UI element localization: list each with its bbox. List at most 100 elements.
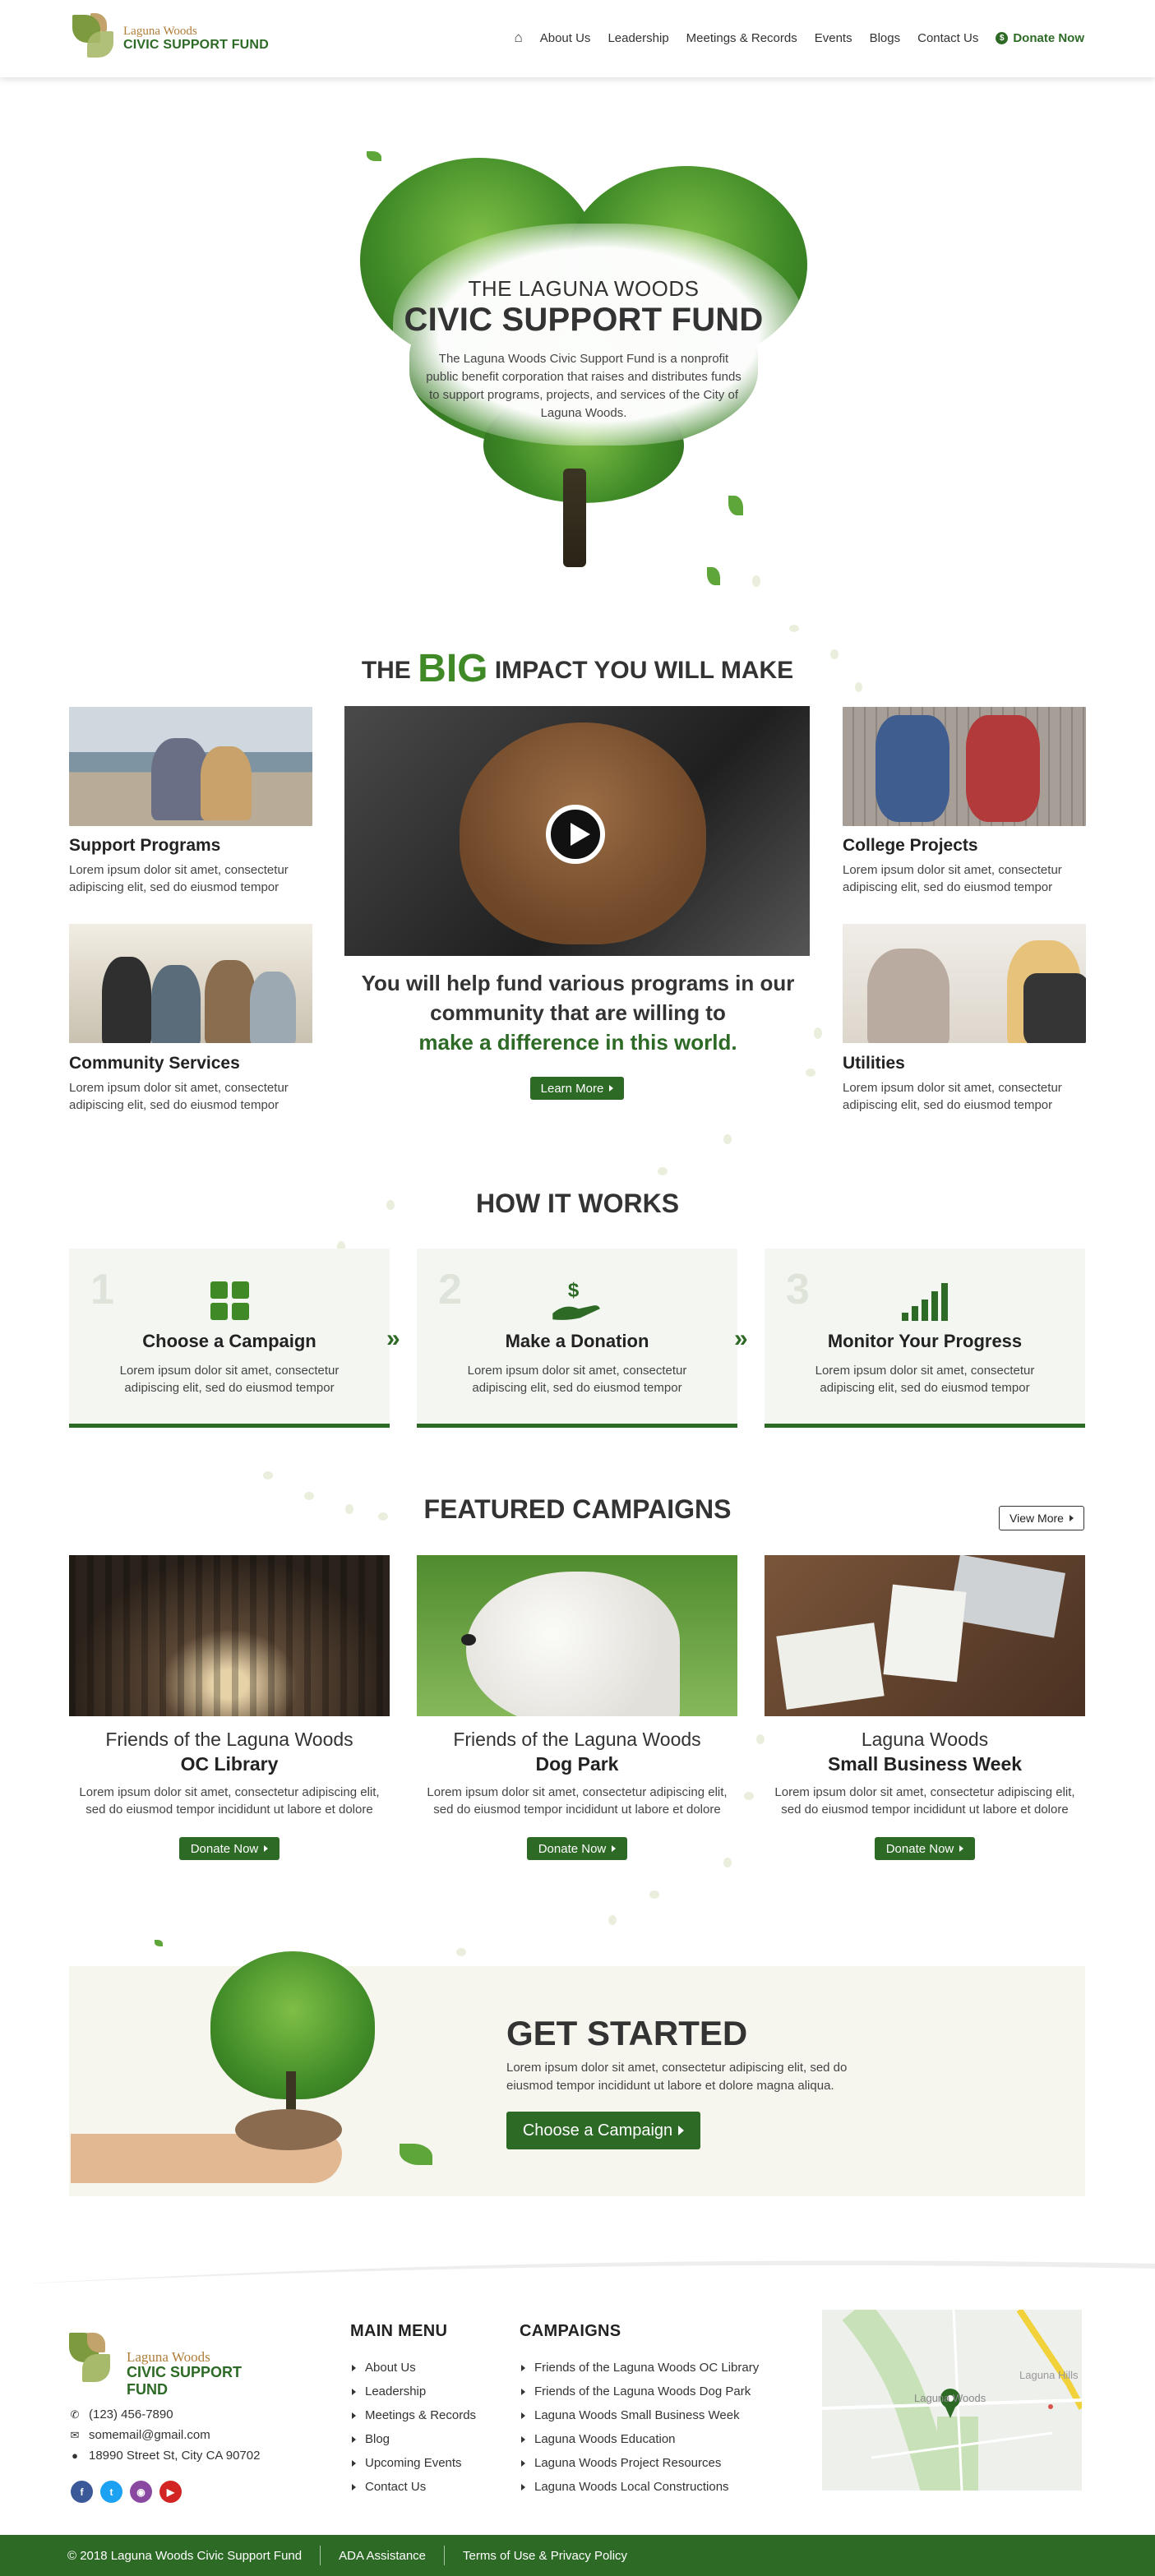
bar-chart-icon	[902, 1283, 948, 1321]
footer-phone[interactable]: (123) 456-7890	[89, 2404, 173, 2425]
twitter-icon[interactable]: t	[100, 2481, 122, 2503]
footer-campaign-link[interactable]: Laguna Woods Project Resources	[521, 2451, 759, 2475]
bottom-bar: © 2018 Laguna Woods Civic Support Fund A…	[0, 2535, 1155, 2576]
community-services-image	[69, 924, 312, 1043]
double-chevron-icon: »	[734, 1325, 748, 1352]
site-header: Laguna Woods CIVIC SUPPORT FUND ⌂ About …	[0, 0, 1155, 77]
nav-events[interactable]: Events	[815, 31, 852, 45]
donate-label: Donate Now	[1013, 30, 1084, 45]
dollar-coin-icon: $	[996, 31, 1009, 44]
campaign-pre: Laguna Woods	[861, 1729, 989, 1750]
campaign-name: Dog Park	[535, 1753, 619, 1775]
hero-description: The Laguna Woods Civic Support Fund is a…	[426, 352, 742, 420]
step-card: 1 Choose a Campaign Lorem ipsum dolor si…	[69, 1249, 390, 1428]
map-graphic: Laguna Woods Laguna Hills	[822, 2310, 1082, 2491]
footer-link-leadership[interactable]: Leadership	[352, 2380, 476, 2403]
nav-meetings-records[interactable]: Meetings & Records	[686, 31, 797, 45]
campaign-desc: Lorem ipsum dolor sit amet, consectetur …	[427, 1785, 728, 1817]
terms-link[interactable]: Terms of Use & Privacy Policy	[463, 2549, 627, 2563]
college-projects-text: Lorem ipsum dolor sit amet, consectetur …	[843, 863, 1062, 894]
utilities-title: Utilities	[843, 1054, 905, 1073]
footer-contact: ✆ (123) 456-7890 ✉ somemail@gmail.com ● 189…	[69, 2404, 261, 2466]
campaigns-list: Friends of the Laguna Woods OC Library F…	[521, 2356, 759, 2499]
step-text: Lorem ipsum dolor sit amet, consectetur …	[467, 1364, 687, 1395]
get-started-text: Lorem ipsum dolor sit amet, consectetur …	[506, 2061, 848, 2093]
footer-email[interactable]: somemail@gmail.com	[89, 2425, 210, 2445]
footer-link-meetings[interactable]: Meetings & Records	[352, 2403, 476, 2427]
campaign-pre: Friends of the Laguna Woods	[453, 1729, 701, 1750]
play-button-icon[interactable]	[546, 805, 605, 864]
footer-campaign-link[interactable]: Laguna Woods Local Constructions	[521, 2475, 759, 2499]
footer-logo-line1: Laguna Woods	[127, 2349, 210, 2365]
main-nav: ⌂ About Us Leadership Meetings & Records…	[514, 30, 1084, 46]
tree-trunk	[563, 469, 586, 567]
footer-campaign-link[interactable]: Friends of the Laguna Woods Dog Park	[521, 2380, 759, 2403]
donate-now-button[interactable]: Donate Now	[875, 1837, 975, 1860]
nav-about-us[interactable]: About Us	[540, 31, 591, 45]
small-business-week-image	[765, 1555, 1085, 1716]
footer-campaign-link[interactable]: Laguna Woods Education	[521, 2427, 759, 2451]
facebook-icon[interactable]: f	[71, 2481, 93, 2503]
caret-right-icon	[678, 2126, 685, 2135]
campaign-desc: Lorem ipsum dolor sit amet, consectetur …	[79, 1785, 380, 1817]
learn-more-button[interactable]: Learn More	[530, 1077, 624, 1100]
support-programs-text: Lorem ipsum dolor sit amet, consectetur …	[69, 863, 289, 894]
instagram-icon[interactable]: ◉	[130, 2481, 152, 2503]
campaign-pre: Friends of the Laguna Woods	[105, 1729, 353, 1750]
footer-logo-line2: CIVIC SUPPORT FUND	[127, 2364, 243, 2398]
footer-link-contact[interactable]: Contact Us	[352, 2475, 476, 2499]
college-projects-image	[843, 707, 1086, 826]
svg-text:Laguna Hills: Laguna Hills	[1019, 2369, 1079, 2381]
hand-tree-image	[71, 1940, 432, 2211]
community-services-text: Lorem ipsum dolor sit amet, consectetur …	[69, 1081, 289, 1112]
impact-title: THE BIG IMPACT YOU WILL MAKE	[361, 647, 794, 690]
nav-contact-us[interactable]: Contact Us	[917, 31, 978, 45]
college-projects-title: College Projects	[843, 836, 978, 855]
footer-campaign-link[interactable]: Friends of the Laguna Woods OC Library	[521, 2356, 759, 2380]
logo-line1: Laguna Woods	[123, 25, 197, 38]
caret-right-icon	[612, 1845, 617, 1852]
home-icon[interactable]: ⌂	[514, 30, 522, 46]
choose-campaign-button[interactable]: Choose a Campaign	[506, 2112, 700, 2149]
caret-right-icon	[264, 1845, 269, 1852]
step-text: Lorem ipsum dolor sit amet, consectetur …	[119, 1364, 340, 1395]
footer-link-events[interactable]: Upcoming Events	[352, 2451, 476, 2475]
caret-right-icon	[1069, 1515, 1074, 1521]
footer-link-blog[interactable]: Blog	[352, 2427, 476, 2451]
caret-right-icon	[609, 1085, 614, 1092]
leaf-decoration	[367, 151, 381, 161]
donation-hand-icon: $	[552, 1280, 600, 1320]
nav-donate-button[interactable]: $ Donate Now	[996, 31, 1084, 45]
hero-kicker: THE LAGUNA WOODS	[468, 276, 700, 301]
footer-logo[interactable]: Laguna Woods CIVIC SUPPORT FUND	[69, 2333, 283, 2398]
step-title: Choose a Campaign	[142, 1331, 316, 1351]
location-map[interactable]: Laguna Woods Laguna Hills	[822, 2310, 1082, 2491]
utilities-text: Lorem ipsum dolor sit amet, consectetur …	[843, 1081, 1062, 1112]
site-logo[interactable]: Laguna Woods CIVIC SUPPORT FUND	[72, 13, 270, 64]
logo-line2: CIVIC SUPPORT FUND	[123, 38, 269, 52]
youtube-icon[interactable]: ▶	[159, 2481, 182, 2503]
double-chevron-icon: »	[386, 1325, 400, 1352]
campaigns-title: CAMPAIGNS	[520, 2322, 621, 2340]
utilities-image	[843, 924, 1086, 1043]
dog-park-image	[417, 1555, 737, 1716]
caret-right-icon	[959, 1845, 964, 1852]
donate-now-button[interactable]: Donate Now	[527, 1837, 627, 1860]
social-links: f t ◉ ▶	[71, 2481, 182, 2503]
step-card: 2 $ Make a Donation Lorem ipsum dolor si…	[417, 1249, 737, 1428]
ada-link[interactable]: ADA Assistance	[339, 2549, 426, 2563]
footer-link-about[interactable]: About Us	[352, 2356, 476, 2380]
step-title: Monitor Your Progress	[827, 1331, 1023, 1351]
footer-campaign-link[interactable]: Laguna Woods Small Business Week	[521, 2403, 759, 2427]
impact-video[interactable]	[344, 706, 810, 956]
support-programs-title: Support Programs	[69, 836, 221, 855]
nav-leadership[interactable]: Leadership	[608, 31, 668, 45]
featured-title: FEATURED CAMPAIGNS	[423, 1494, 732, 1524]
nav-blogs[interactable]: Blogs	[870, 31, 901, 45]
step-text: Lorem ipsum dolor sit amet, consectetur …	[815, 1364, 1035, 1395]
step-number: 2	[438, 1266, 462, 1313]
donate-now-button[interactable]: Donate Now	[179, 1837, 280, 1860]
view-more-button[interactable]: View More	[999, 1506, 1084, 1530]
get-started-title: GET STARTED	[506, 2014, 748, 2052]
svg-text:Laguna Woods: Laguna Woods	[914, 2392, 986, 2404]
